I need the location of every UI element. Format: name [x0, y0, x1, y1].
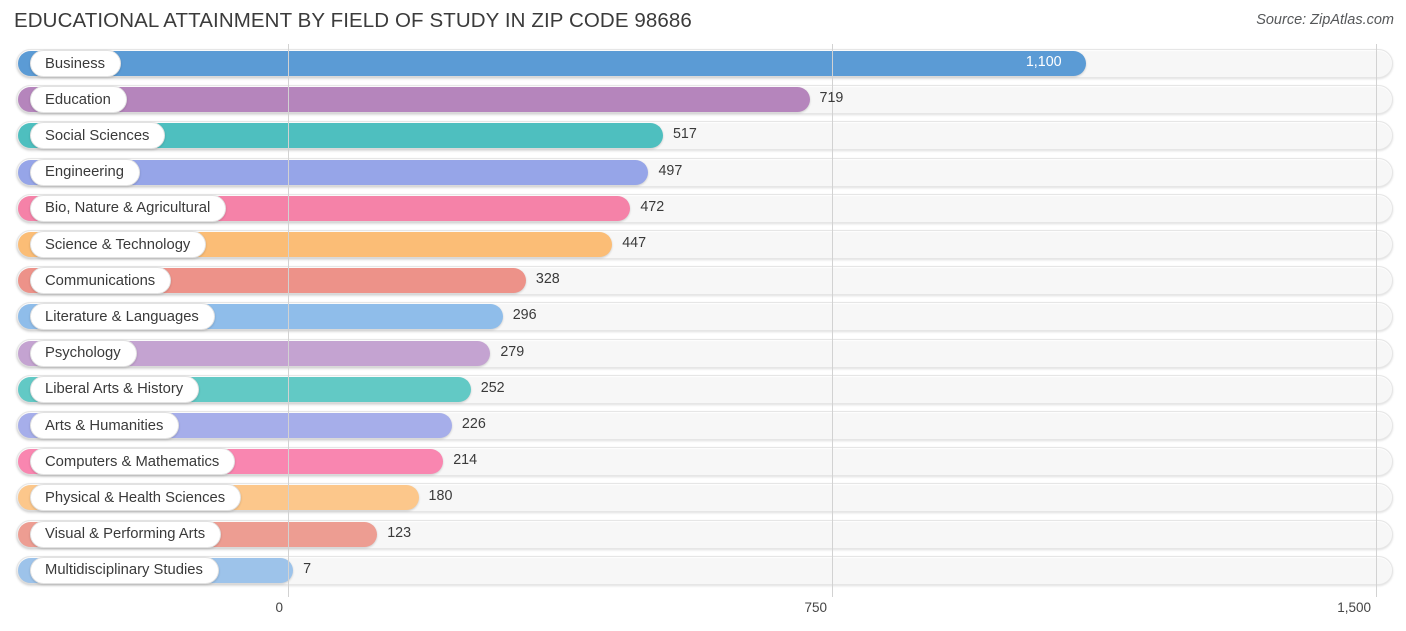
- category-label-text: Arts & Humanities: [45, 417, 164, 434]
- bar-row[interactable]: Business 1,100: [0, 46, 1406, 82]
- category-label: Science & Technology: [30, 231, 207, 258]
- bar-row[interactable]: Visual & Performing Arts 123: [0, 517, 1406, 553]
- category-label-text: Physical & Health Sciences: [45, 489, 226, 506]
- value-label: 7: [303, 560, 312, 577]
- value-bar[interactable]: [18, 87, 810, 113]
- category-label-text: Bio, Nature & Agricultural: [45, 200, 211, 217]
- value-label: 123: [387, 524, 412, 541]
- value-label: 497: [658, 162, 683, 179]
- category-label: Engineering: [30, 158, 140, 186]
- category-label-text: Education: [45, 91, 111, 108]
- value-label: 328: [535, 271, 560, 288]
- category-label: Psychology: [30, 339, 137, 367]
- category-label: Computers & Mathematics: [30, 448, 236, 476]
- bar-row[interactable]: Literature & Languages 296: [0, 299, 1406, 335]
- bar-row[interactable]: Liberal Arts & History 252: [0, 372, 1406, 408]
- category-label: Bio, Nature & Agricultural: [30, 194, 227, 222]
- x-axis-tick-label: 0: [275, 600, 283, 615]
- value-label: 296: [512, 307, 537, 324]
- value-bar[interactable]: [18, 51, 1086, 76]
- category-label: Communications: [30, 267, 172, 295]
- value-label: 279: [500, 343, 525, 360]
- bar-row[interactable]: Multidisciplinary Studies 7: [0, 553, 1406, 589]
- value-label: 472: [640, 198, 665, 215]
- plot-area: Business 1,100 Education 719 Social Sciences…: [0, 44, 1406, 597]
- category-label-text: Psychology: [45, 345, 121, 362]
- bar-row[interactable]: Psychology 279: [0, 336, 1406, 372]
- category-label: Education: [30, 86, 127, 114]
- bar-row[interactable]: Physical & Health Sciences 180: [0, 480, 1406, 516]
- bar-row[interactable]: Science & Technology 447: [0, 227, 1406, 263]
- category-label-text: Engineering: [45, 164, 124, 181]
- category-label-text: Science & Technology: [45, 236, 191, 253]
- chart-page: EDUCATIONAL ATTAINMENT BY FIELD OF STUDY…: [0, 0, 1406, 631]
- source-attribution: Source: ZipAtlas.com: [1256, 12, 1394, 28]
- chart-header: EDUCATIONAL ATTAINMENT BY FIELD OF STUDY…: [0, 0, 1406, 44]
- bar-row[interactable]: Bio, Nature & Agricultural 472: [0, 191, 1406, 227]
- category-label: Business: [30, 50, 122, 77]
- value-label: 447: [622, 235, 647, 251]
- value-label: 214: [453, 452, 478, 469]
- x-axis: 0 750 1,500: [0, 597, 1406, 631]
- category-label-text: Computers & Mathematics: [45, 453, 220, 470]
- category-label: Visual & Performing Arts: [30, 520, 222, 548]
- category-label: Physical & Health Sciences: [30, 484, 242, 512]
- value-label: 252: [480, 379, 505, 396]
- category-label: Literature & Languages: [30, 303, 215, 331]
- value-label: 180: [428, 488, 453, 505]
- category-label: Liberal Arts & History: [30, 375, 200, 403]
- page-title: EDUCATIONAL ATTAINMENT BY FIELD OF STUDY…: [14, 9, 692, 32]
- x-axis-tick-label: 750: [804, 600, 827, 615]
- category-label-text: Visual & Performing Arts: [45, 526, 206, 543]
- bar-row[interactable]: Communications 328: [0, 263, 1406, 299]
- category-label: Multidisciplinary Studies: [30, 556, 219, 584]
- category-label: Arts & Humanities: [30, 412, 180, 439]
- category-label-text: Literature & Languages: [45, 308, 199, 325]
- category-label: Social Sciences: [30, 122, 166, 150]
- category-label-text: Communications: [45, 272, 156, 289]
- bar-row[interactable]: Education 719: [0, 82, 1406, 118]
- value-label: 1,100: [1025, 54, 1062, 70]
- bar-row[interactable]: Arts & Humanities 226: [0, 408, 1406, 444]
- x-axis-tick-label: 1,500: [1337, 600, 1371, 615]
- bar-row[interactable]: Computers & Mathematics 214: [0, 444, 1406, 480]
- category-label-text: Business: [45, 55, 106, 72]
- bar-row[interactable]: Social Sciences 517: [0, 118, 1406, 154]
- value-label: 226: [461, 416, 486, 432]
- category-label-text: Social Sciences: [45, 127, 150, 144]
- value-label: 719: [819, 90, 844, 107]
- category-label-text: Multidisciplinary Studies: [45, 562, 203, 579]
- value-label: 517: [672, 126, 697, 143]
- category-label-text: Liberal Arts & History: [45, 381, 184, 398]
- bar-row[interactable]: Engineering 497: [0, 155, 1406, 191]
